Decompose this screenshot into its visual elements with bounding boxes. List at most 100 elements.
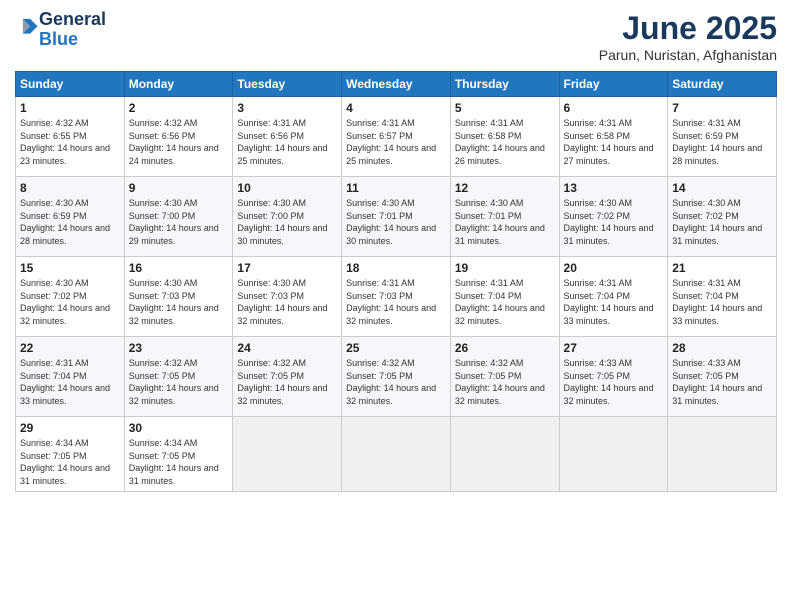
calendar-day-cell: 5 Sunrise: 4:31 AMSunset: 6:58 PMDayligh…: [450, 97, 559, 177]
day-info: Sunrise: 4:31 AMSunset: 7:04 PMDaylight:…: [564, 278, 654, 326]
calendar-week-row: 8 Sunrise: 4:30 AMSunset: 6:59 PMDayligh…: [16, 177, 777, 257]
logo: General Blue: [15, 10, 106, 50]
calendar-day-cell: 16 Sunrise: 4:30 AMSunset: 7:03 PMDaylig…: [124, 257, 233, 337]
calendar-day-cell: 4 Sunrise: 4:31 AMSunset: 6:57 PMDayligh…: [342, 97, 451, 177]
logo-general-text: General: [39, 9, 106, 29]
day-number: 5: [455, 101, 555, 115]
day-info: Sunrise: 4:30 AMSunset: 7:02 PMDaylight:…: [672, 198, 762, 246]
day-number: 3: [237, 101, 337, 115]
day-number: 8: [20, 181, 120, 195]
calendar-empty-cell: [559, 417, 668, 492]
day-number: 11: [346, 181, 446, 195]
calendar-day-cell: 17 Sunrise: 4:30 AMSunset: 7:03 PMDaylig…: [233, 257, 342, 337]
day-info: Sunrise: 4:30 AMSunset: 7:00 PMDaylight:…: [129, 198, 219, 246]
calendar-day-cell: 19 Sunrise: 4:31 AMSunset: 7:04 PMDaylig…: [450, 257, 559, 337]
day-number: 21: [672, 261, 772, 275]
day-info: Sunrise: 4:30 AMSunset: 7:01 PMDaylight:…: [455, 198, 545, 246]
day-info: Sunrise: 4:30 AMSunset: 7:02 PMDaylight:…: [564, 198, 654, 246]
title-block: June 2025 Parun, Nuristan, Afghanistan: [599, 10, 777, 63]
day-info: Sunrise: 4:30 AMSunset: 7:01 PMDaylight:…: [346, 198, 436, 246]
day-info: Sunrise: 4:33 AMSunset: 7:05 PMDaylight:…: [564, 358, 654, 406]
day-info: Sunrise: 4:31 AMSunset: 7:04 PMDaylight:…: [672, 278, 762, 326]
logo-icon: [17, 16, 39, 38]
day-info: Sunrise: 4:32 AMSunset: 7:05 PMDaylight:…: [455, 358, 545, 406]
day-info: Sunrise: 4:32 AMSunset: 6:56 PMDaylight:…: [129, 118, 219, 166]
calendar-day-cell: 7 Sunrise: 4:31 AMSunset: 6:59 PMDayligh…: [668, 97, 777, 177]
calendar-day-cell: 1 Sunrise: 4:32 AMSunset: 6:55 PMDayligh…: [16, 97, 125, 177]
calendar-day-cell: 3 Sunrise: 4:31 AMSunset: 6:56 PMDayligh…: [233, 97, 342, 177]
calendar-day-cell: 10 Sunrise: 4:30 AMSunset: 7:00 PMDaylig…: [233, 177, 342, 257]
day-info: Sunrise: 4:32 AMSunset: 6:55 PMDaylight:…: [20, 118, 110, 166]
calendar-day-cell: 20 Sunrise: 4:31 AMSunset: 7:04 PMDaylig…: [559, 257, 668, 337]
day-info: Sunrise: 4:30 AMSunset: 7:00 PMDaylight:…: [237, 198, 327, 246]
calendar-day-cell: 15 Sunrise: 4:30 AMSunset: 7:02 PMDaylig…: [16, 257, 125, 337]
day-number: 20: [564, 261, 664, 275]
day-info: Sunrise: 4:31 AMSunset: 6:56 PMDaylight:…: [237, 118, 327, 166]
calendar-week-row: 29 Sunrise: 4:34 AMSunset: 7:05 PMDaylig…: [16, 417, 777, 492]
calendar-day-cell: 23 Sunrise: 4:32 AMSunset: 7:05 PMDaylig…: [124, 337, 233, 417]
calendar-day-cell: 8 Sunrise: 4:30 AMSunset: 6:59 PMDayligh…: [16, 177, 125, 257]
calendar-empty-cell: [450, 417, 559, 492]
day-info: Sunrise: 4:32 AMSunset: 7:05 PMDaylight:…: [129, 358, 219, 406]
calendar-week-row: 22 Sunrise: 4:31 AMSunset: 7:04 PMDaylig…: [16, 337, 777, 417]
calendar-day-cell: 26 Sunrise: 4:32 AMSunset: 7:05 PMDaylig…: [450, 337, 559, 417]
day-header-tuesday: Tuesday: [233, 72, 342, 97]
day-number: 1: [20, 101, 120, 115]
calendar-table: SundayMondayTuesdayWednesdayThursdayFrid…: [15, 71, 777, 492]
day-number: 13: [564, 181, 664, 195]
day-number: 30: [129, 421, 229, 435]
month-title: June 2025: [599, 10, 777, 47]
day-header-sunday: Sunday: [16, 72, 125, 97]
calendar-day-cell: 24 Sunrise: 4:32 AMSunset: 7:05 PMDaylig…: [233, 337, 342, 417]
day-info: Sunrise: 4:31 AMSunset: 7:04 PMDaylight:…: [455, 278, 545, 326]
calendar-empty-cell: [342, 417, 451, 492]
day-number: 17: [237, 261, 337, 275]
day-number: 10: [237, 181, 337, 195]
day-info: Sunrise: 4:31 AMSunset: 6:58 PMDaylight:…: [455, 118, 545, 166]
day-number: 15: [20, 261, 120, 275]
logo-blue-text: Blue: [39, 29, 78, 49]
day-info: Sunrise: 4:30 AMSunset: 6:59 PMDaylight:…: [20, 198, 110, 246]
day-info: Sunrise: 4:31 AMSunset: 6:57 PMDaylight:…: [346, 118, 436, 166]
calendar-header-row: SundayMondayTuesdayWednesdayThursdayFrid…: [16, 72, 777, 97]
calendar-day-cell: 27 Sunrise: 4:33 AMSunset: 7:05 PMDaylig…: [559, 337, 668, 417]
day-number: 23: [129, 341, 229, 355]
day-info: Sunrise: 4:32 AMSunset: 7:05 PMDaylight:…: [237, 358, 327, 406]
calendar-day-cell: 11 Sunrise: 4:30 AMSunset: 7:01 PMDaylig…: [342, 177, 451, 257]
calendar-day-cell: 21 Sunrise: 4:31 AMSunset: 7:04 PMDaylig…: [668, 257, 777, 337]
day-number: 6: [564, 101, 664, 115]
calendar-day-cell: 22 Sunrise: 4:31 AMSunset: 7:04 PMDaylig…: [16, 337, 125, 417]
day-info: Sunrise: 4:32 AMSunset: 7:05 PMDaylight:…: [346, 358, 436, 406]
day-number: 16: [129, 261, 229, 275]
calendar-day-cell: 30 Sunrise: 4:34 AMSunset: 7:05 PMDaylig…: [124, 417, 233, 492]
day-number: 26: [455, 341, 555, 355]
day-header-monday: Monday: [124, 72, 233, 97]
location: Parun, Nuristan, Afghanistan: [599, 47, 777, 63]
calendar-day-cell: 9 Sunrise: 4:30 AMSunset: 7:00 PMDayligh…: [124, 177, 233, 257]
day-info: Sunrise: 4:34 AMSunset: 7:05 PMDaylight:…: [20, 438, 110, 486]
day-number: 25: [346, 341, 446, 355]
calendar-day-cell: 6 Sunrise: 4:31 AMSunset: 6:58 PMDayligh…: [559, 97, 668, 177]
calendar-day-cell: 12 Sunrise: 4:30 AMSunset: 7:01 PMDaylig…: [450, 177, 559, 257]
calendar-day-cell: 14 Sunrise: 4:30 AMSunset: 7:02 PMDaylig…: [668, 177, 777, 257]
day-info: Sunrise: 4:30 AMSunset: 7:03 PMDaylight:…: [129, 278, 219, 326]
calendar-week-row: 1 Sunrise: 4:32 AMSunset: 6:55 PMDayligh…: [16, 97, 777, 177]
day-number: 12: [455, 181, 555, 195]
day-info: Sunrise: 4:31 AMSunset: 6:58 PMDaylight:…: [564, 118, 654, 166]
day-number: 24: [237, 341, 337, 355]
day-header-thursday: Thursday: [450, 72, 559, 97]
day-header-saturday: Saturday: [668, 72, 777, 97]
day-info: Sunrise: 4:30 AMSunset: 7:02 PMDaylight:…: [20, 278, 110, 326]
calendar-day-cell: 25 Sunrise: 4:32 AMSunset: 7:05 PMDaylig…: [342, 337, 451, 417]
day-info: Sunrise: 4:30 AMSunset: 7:03 PMDaylight:…: [237, 278, 327, 326]
day-info: Sunrise: 4:31 AMSunset: 7:04 PMDaylight:…: [20, 358, 110, 406]
header: General Blue June 2025 Parun, Nuristan, …: [15, 10, 777, 63]
calendar-body: 1 Sunrise: 4:32 AMSunset: 6:55 PMDayligh…: [16, 97, 777, 492]
page: General Blue June 2025 Parun, Nuristan, …: [0, 0, 792, 612]
calendar-week-row: 15 Sunrise: 4:30 AMSunset: 7:02 PMDaylig…: [16, 257, 777, 337]
day-number: 28: [672, 341, 772, 355]
day-number: 27: [564, 341, 664, 355]
calendar-empty-cell: [668, 417, 777, 492]
calendar-empty-cell: [233, 417, 342, 492]
day-number: 9: [129, 181, 229, 195]
